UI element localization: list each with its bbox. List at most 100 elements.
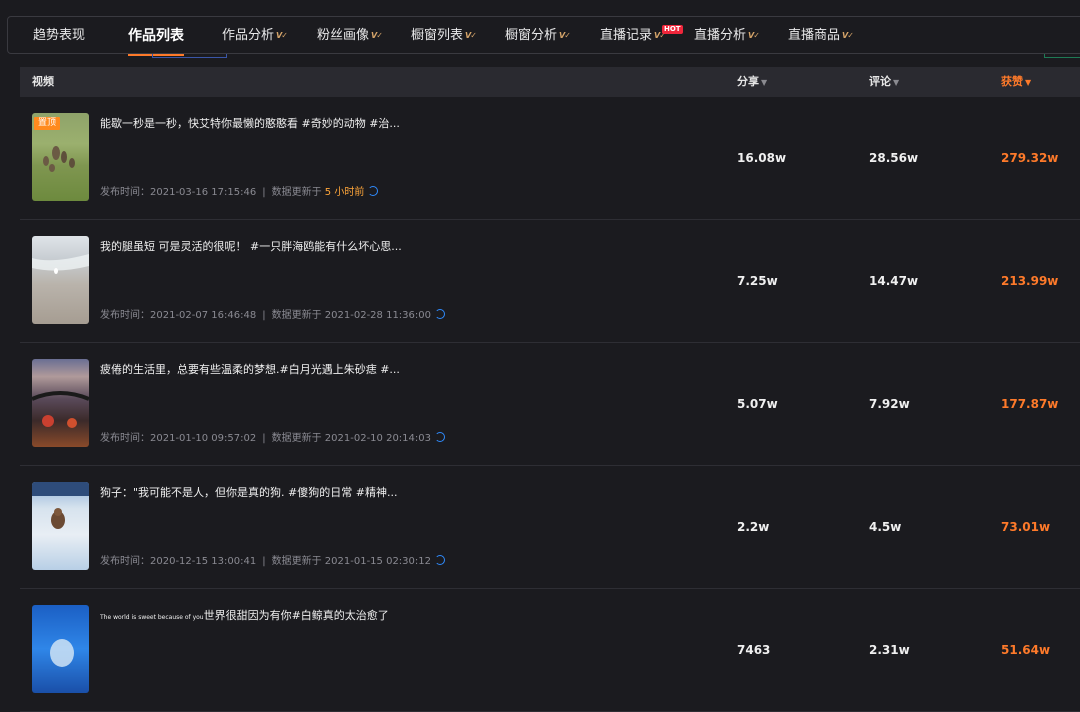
updated-time: 2021-01-15 02:30:12	[324, 556, 431, 567]
video-title[interactable]: 狗子："我可能不是人，但你是真的狗. #傻狗的日常 #精神...	[100, 484, 397, 500]
table-header: 视频 分享 ▼ 评论 ▼ 获赞 ▼	[20, 67, 1080, 97]
shares-value: 7.25w	[737, 274, 778, 288]
tab-label: 作品列表	[128, 28, 184, 44]
tab-live-products[interactable]: 直播商品 V✓	[788, 17, 854, 55]
tab-trend[interactable]: 趋势表现	[33, 17, 85, 55]
likes-value: 279.32w	[1001, 151, 1059, 165]
updated-label: 数据更新于	[271, 433, 322, 444]
likes-value: 51.64w	[1001, 643, 1051, 657]
table-row[interactable]: 我的腿虽短 可是灵活的很呢！ #一只胖海鸥能有什么坏心思... 发布时间：202…	[20, 220, 1080, 343]
tab-live-records[interactable]: 直播记录 V✓	[600, 17, 666, 55]
dog-snow-image	[32, 482, 89, 529]
tab-showcase-list[interactable]: 橱窗列表 V✓	[411, 17, 477, 55]
comments-value: 14.47w	[869, 274, 919, 288]
sort-comments[interactable]: 评论 ▼	[869, 67, 899, 98]
table-row[interactable]: The world is sweet because of you世界很甜因为有…	[20, 589, 1080, 712]
shares-value: 7463	[737, 643, 771, 657]
vip-icon: V✓	[559, 31, 571, 40]
pinned-badge: 置顶	[34, 117, 61, 130]
sort-arrow-icon: ▼	[1025, 78, 1032, 87]
comments-value: 7.92w	[869, 397, 910, 411]
video-title-prefix: The world is sweet because of you	[100, 614, 204, 621]
vip-icon: V✓	[465, 31, 477, 40]
video-title-text: 世界很甜因为有你#白鲸真的太治愈了	[203, 609, 389, 622]
refresh-icon[interactable]	[368, 186, 379, 196]
comments-value: 28.56w	[869, 151, 919, 165]
comments-value: 2.31w	[869, 643, 910, 657]
vip-icon: V✓	[842, 31, 854, 40]
separator: |	[262, 310, 266, 321]
video-meta: 发布时间：2021-01-10 09:57:02 | 数据更新于 2021-02-1…	[100, 429, 445, 444]
shares-value: 5.07w	[737, 397, 778, 411]
tab-label: 橱窗列表	[411, 28, 464, 43]
sort-shares[interactable]: 分享 ▼	[737, 67, 767, 98]
shares-value: 2.2w	[737, 520, 770, 534]
column-label: 获赞	[1001, 75, 1023, 88]
video-thumbnail[interactable]	[32, 236, 89, 324]
tab-live-analysis[interactable]: 直播分析 V✓	[694, 17, 760, 55]
panel-edge	[1044, 54, 1080, 58]
updated-label: 数据更新于	[271, 556, 322, 567]
refresh-icon[interactable]	[435, 555, 445, 565]
likes-value: 213.99w	[1001, 274, 1059, 288]
refresh-icon[interactable]	[435, 309, 445, 319]
tab-bar: 趋势表现 作品列表 作品分析 V✓ 粉丝画像 V✓ 橱窗列表 V✓ 橱窗分析 V✓ 直播…	[7, 16, 1080, 56]
vip-icon: V✓	[654, 31, 666, 40]
video-meta: 发布时间：2020-12-15 13:00:41 | 数据更新于 2021-01-1…	[100, 552, 445, 567]
sort-arrow-icon: ▼	[761, 78, 768, 87]
separator: |	[262, 556, 266, 567]
publish-time: 2021-03-16 17:15:46	[150, 187, 257, 198]
tab-fans-profile[interactable]: 粉丝画像 V✓	[317, 17, 383, 55]
tab-label: 橱窗分析	[505, 28, 558, 43]
publish-time: 2021-02-07 16:46:48	[150, 310, 257, 321]
vip-icon: V✓	[276, 31, 288, 40]
table-row[interactable]: 置顶 能歇一秒是一秒，快艾特你最懒的憨憨看 #奇妙的动物 #治... 发布时间：…	[20, 97, 1080, 220]
video-title[interactable]: 能歇一秒是一秒，快艾特你最懒的憨憨看 #奇妙的动物 #治...	[100, 115, 400, 131]
vip-icon: V✓	[371, 31, 383, 40]
shares-value: 16.08w	[737, 151, 787, 165]
video-meta: 发布时间：2021-03-16 17:15:46 | 数据更新于 5 小时前	[100, 183, 379, 198]
refresh-icon[interactable]	[435, 432, 445, 442]
sort-likes[interactable]: 获赞 ▼	[1001, 67, 1031, 98]
updated-time: 5 小时前	[324, 187, 365, 198]
tab-works-analysis[interactable]: 作品分析 V✓	[222, 17, 288, 55]
updated-label: 数据更新于	[271, 310, 322, 321]
vip-icon: V✓	[748, 31, 760, 40]
likes-value: 73.01w	[1001, 520, 1051, 534]
hot-badge: HOT	[662, 25, 683, 34]
publish-label: 发布时间：	[100, 310, 150, 321]
beluga-whale-image	[50, 639, 74, 667]
video-title[interactable]: The world is sweet because of you世界很甜因为有…	[100, 607, 389, 623]
separator: |	[262, 187, 266, 198]
publish-label: 发布时间：	[100, 187, 150, 198]
tab-showcase-analysis[interactable]: 橱窗分析 V✓	[505, 17, 571, 55]
tab-works-list[interactable]: 作品列表	[128, 17, 184, 56]
video-meta: 发布时间：2021-02-07 16:46:48 | 数据更新于 2021-02-2…	[100, 306, 445, 321]
table-row[interactable]: 疲倦的生活里，总要有些温柔的梦想.#白月光遇上朱砂痣 #... 发布时间：202…	[20, 343, 1080, 466]
video-thumbnail[interactable]	[32, 482, 89, 570]
table-row[interactable]: 狗子："我可能不是人，但你是真的狗. #傻狗的日常 #精神... 发布时间：20…	[20, 466, 1080, 589]
publish-label: 发布时间：	[100, 556, 150, 567]
column-label: 分享	[737, 75, 759, 88]
seagull-beach-image	[32, 254, 89, 274]
updated-label: 数据更新于	[271, 187, 322, 198]
tab-label: 直播商品	[788, 28, 841, 43]
publish-time: 2020-12-15 13:00:41	[150, 556, 257, 567]
publish-label: 发布时间：	[100, 433, 150, 444]
comments-value: 4.5w	[869, 520, 902, 534]
column-label: 评论	[869, 75, 891, 88]
video-thumbnail[interactable]	[32, 605, 89, 693]
publish-time: 2021-01-10 09:57:02	[150, 433, 257, 444]
cockpit-sunset-image	[32, 391, 89, 428]
video-thumbnail[interactable]: 置顶	[32, 113, 89, 201]
separator: |	[262, 433, 266, 444]
dropdown-edge	[152, 54, 227, 58]
tab-label: 作品分析	[222, 28, 275, 43]
video-thumbnail[interactable]	[32, 359, 89, 447]
tab-label: 粉丝画像	[317, 28, 370, 43]
tab-label: 直播分析	[694, 28, 747, 43]
sort-arrow-icon: ▼	[893, 78, 900, 87]
video-title[interactable]: 我的腿虽短 可是灵活的很呢！ #一只胖海鸥能有什么坏心思...	[100, 238, 402, 254]
updated-time: 2021-02-10 20:14:03	[324, 433, 431, 444]
video-title[interactable]: 疲倦的生活里，总要有些温柔的梦想.#白月光遇上朱砂痣 #...	[100, 361, 400, 377]
